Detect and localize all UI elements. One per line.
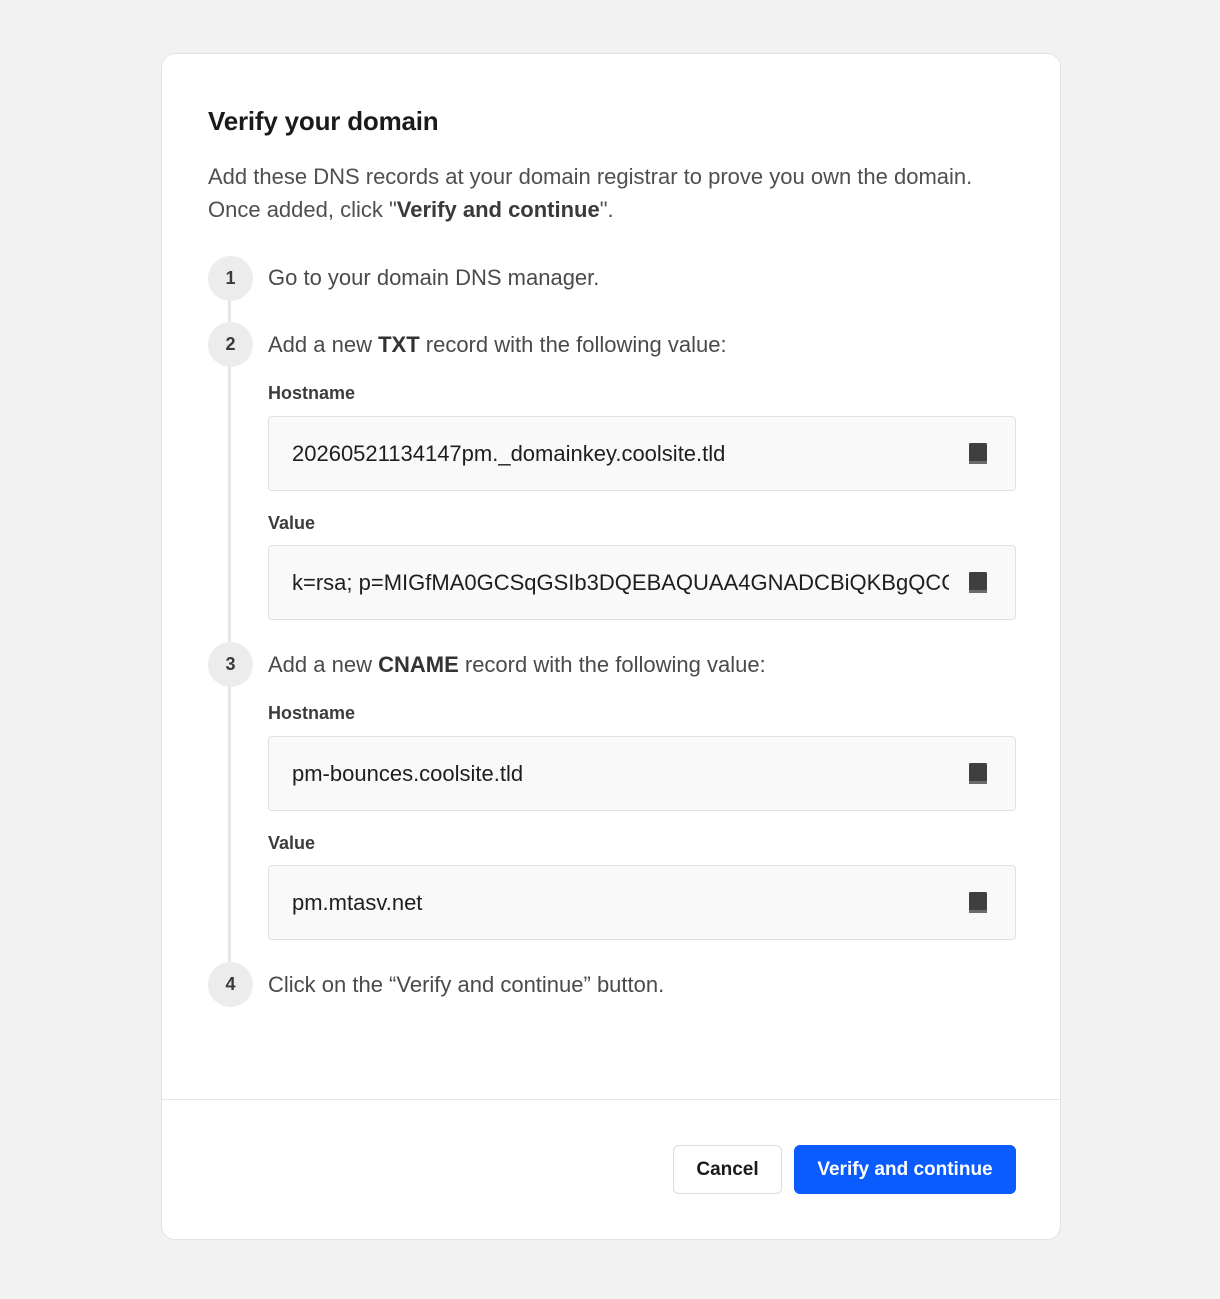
intro-line-2-pre: Once added, click " — [208, 197, 397, 222]
verify-domain-dialog: Verify your domain Add these DNS records… — [161, 53, 1061, 1240]
txt-hostname-label: Hostname — [268, 383, 356, 403]
step-3-record-type: CNAME — [378, 652, 459, 677]
step-1-number: 1 — [208, 256, 253, 301]
copy-icon[interactable] — [967, 571, 989, 595]
txt-value-label: Value — [268, 513, 316, 533]
step-2-text: Add a new TXT record with the following … — [268, 331, 727, 359]
cname-value-label: Value — [268, 833, 316, 853]
step-4-text: Click on the “Verify and continue” butto… — [268, 972, 665, 997]
dialog-title: Verify your domain — [208, 106, 439, 136]
step-3-text: Add a new CNAME record with the followin… — [268, 651, 766, 679]
cancel-button[interactable]: Cancel — [673, 1145, 782, 1194]
cname-value-value[interactable]: pm.mtasv.net — [292, 890, 949, 916]
cname-hostname-field[interactable]: pm-bounces.coolsite.tld — [268, 736, 1016, 811]
dialog-intro: Add these DNS records at your domain reg… — [208, 160, 1028, 226]
cname-hostname-value[interactable]: pm-bounces.coolsite.tld — [292, 761, 949, 787]
footer-divider — [162, 1099, 1060, 1100]
intro-line-2-post: ". — [599, 197, 614, 222]
step-2-text-pre: Add a new — [268, 332, 379, 357]
step-2-number: 2 — [208, 322, 253, 367]
step-3-number: 3 — [208, 642, 253, 687]
step-3-text-post: record with the following value: — [458, 652, 766, 677]
txt-value-value[interactable]: k=rsa; p=MIGfMA0GCSqGSIb3DQEBAQUAA4GNADC… — [292, 570, 949, 596]
intro-line-1: Add these DNS records at your domain reg… — [208, 164, 973, 189]
step-3-text-pre: Add a new — [268, 652, 379, 677]
step-2-record-type: TXT — [378, 332, 420, 357]
copy-icon[interactable] — [967, 762, 989, 786]
verify-and-continue-button[interactable]: Verify and continue — [794, 1145, 1016, 1194]
step-2-text-post: record with the following value: — [419, 332, 727, 357]
cname-value-field[interactable]: pm.mtasv.net — [268, 865, 1016, 940]
txt-hostname-value[interactable]: 20260521134147pm._domainkey.coolsite.tld — [292, 441, 949, 467]
cname-hostname-label: Hostname — [268, 703, 356, 723]
step-4-number: 4 — [208, 962, 253, 1007]
intro-line-2-bold: Verify and continue — [396, 197, 600, 222]
copy-icon[interactable] — [967, 891, 989, 915]
txt-value-field[interactable]: k=rsa; p=MIGfMA0GCSqGSIb3DQEBAQUAA4GNADC… — [268, 545, 1016, 620]
step-1-text: Go to your domain DNS manager. — [268, 265, 600, 290]
copy-icon[interactable] — [967, 442, 989, 466]
txt-hostname-field[interactable]: 20260521134147pm._domainkey.coolsite.tld — [268, 416, 1016, 491]
